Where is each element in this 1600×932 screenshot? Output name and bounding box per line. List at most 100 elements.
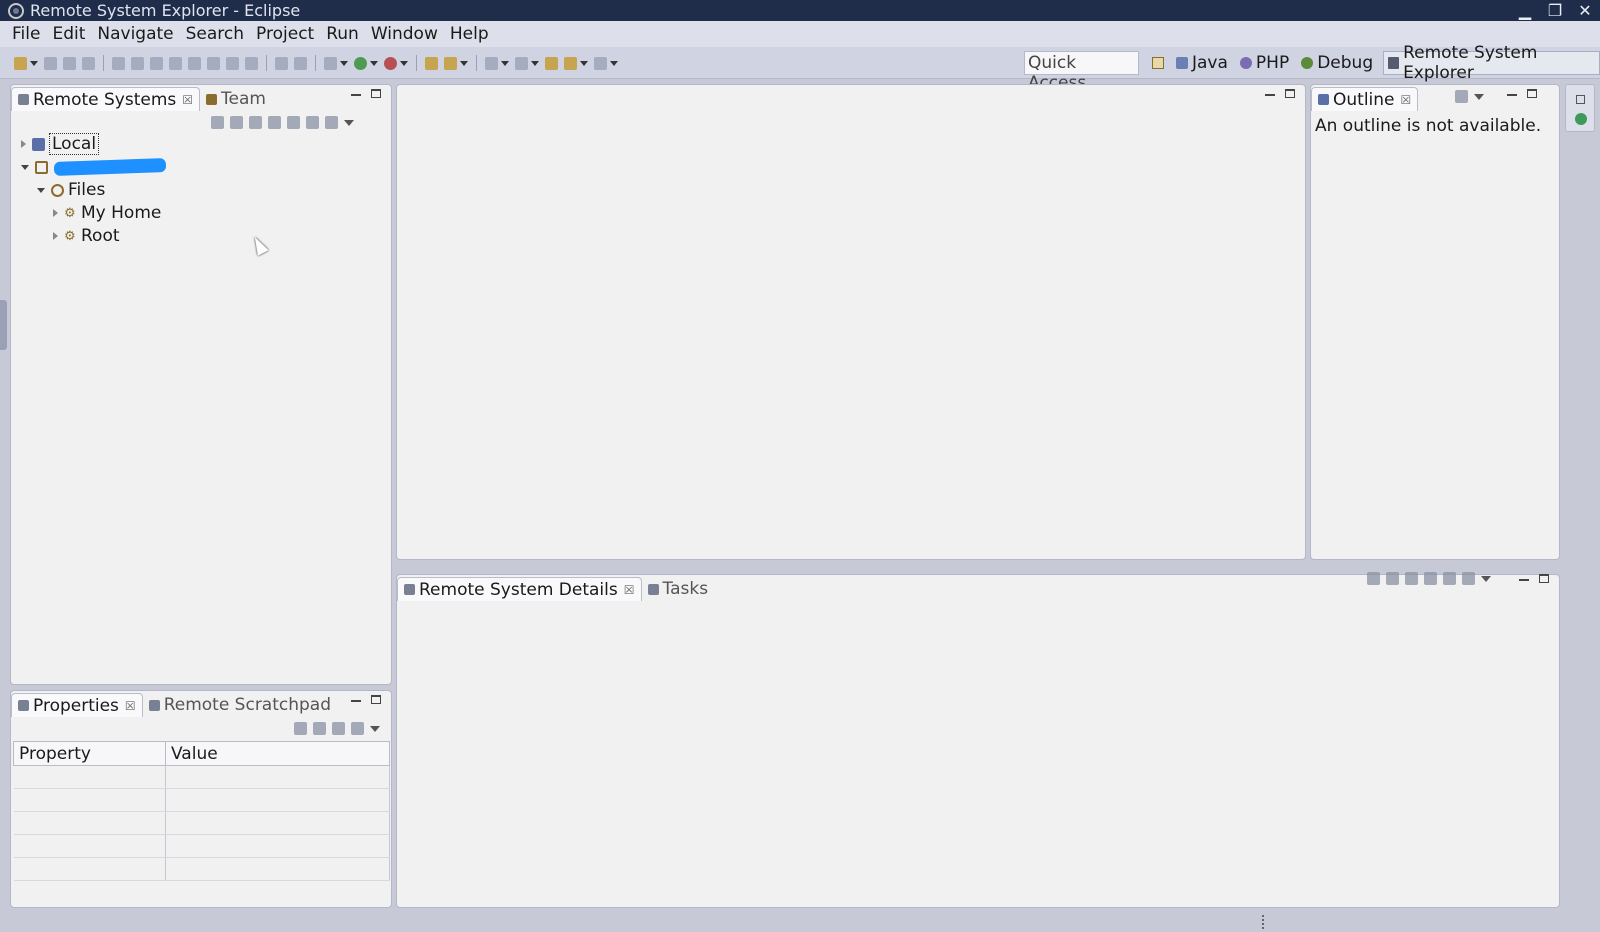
drop-to-frame-icon[interactable]: [294, 56, 307, 70]
view-menu-icon[interactable]: [344, 119, 354, 126]
pause-icon[interactable]: [150, 56, 163, 70]
back-dropdown-icon[interactable]: [580, 60, 588, 66]
column-value[interactable]: Value: [165, 741, 390, 766]
previous-annotation-dropdown-icon[interactable]: [531, 60, 539, 66]
tree-item-my-home[interactable]: ⚙ My Home: [53, 202, 161, 224]
perspective-php[interactable]: PHP: [1238, 51, 1291, 75]
view-menu-icon[interactable]: [1481, 575, 1491, 582]
restore-icon[interactable]: [1576, 95, 1585, 104]
show-advanced-icon[interactable]: [313, 722, 326, 735]
search-icon[interactable]: [444, 56, 457, 70]
menu-navigate[interactable]: Navigate: [91, 24, 179, 44]
menu-project[interactable]: Project: [250, 24, 320, 44]
menu-window[interactable]: Window: [365, 24, 444, 44]
debug-resume-icon[interactable]: [112, 56, 125, 70]
next-annotation-icon[interactable]: [485, 56, 498, 70]
open-perspective-button[interactable]: [1150, 51, 1166, 75]
refresh-icon[interactable]: [230, 116, 243, 129]
editor-area[interactable]: [396, 84, 1306, 560]
globe-icon[interactable]: [1575, 113, 1587, 125]
terminate-icon[interactable]: [169, 56, 182, 70]
step-return-icon[interactable]: [245, 56, 258, 70]
tab-remote-scratchpad[interactable]: Remote Scratchpad: [143, 693, 337, 717]
debug-icon[interactable]: [324, 56, 337, 70]
external-tools-dropdown-icon[interactable]: [400, 60, 408, 66]
filter-icon[interactable]: [1462, 572, 1475, 585]
minimize-view-icon[interactable]: [351, 94, 361, 96]
perspective-java[interactable]: Java: [1174, 51, 1230, 75]
expand-arrow-icon[interactable]: [53, 209, 58, 217]
menu-file[interactable]: File: [6, 24, 46, 44]
maximize-view-icon[interactable]: [1539, 574, 1549, 583]
external-tools-icon[interactable]: [384, 56, 397, 70]
forward-nav-icon[interactable]: [268, 116, 281, 129]
column-property[interactable]: Property: [13, 741, 166, 766]
forward-dropdown-icon[interactable]: [610, 60, 618, 66]
tree-item-files[interactable]: Files: [37, 179, 105, 201]
use-step-filters-icon[interactable]: [275, 56, 288, 70]
back-icon[interactable]: [564, 56, 577, 70]
save-all-icon[interactable]: [63, 56, 76, 70]
last-edit-location-icon[interactable]: [545, 56, 558, 70]
new-icon[interactable]: [14, 56, 27, 70]
view-menu-icon[interactable]: [1474, 93, 1484, 100]
disconnect-icon[interactable]: [188, 56, 201, 70]
save-icon[interactable]: [44, 56, 57, 70]
link-icon[interactable]: [1455, 90, 1468, 103]
menu-help[interactable]: Help: [444, 24, 495, 44]
up-icon[interactable]: [287, 116, 300, 129]
maximize-view-icon[interactable]: [371, 89, 381, 98]
collapse-arrow-icon[interactable]: [21, 164, 29, 170]
restore-default-icon[interactable]: [332, 722, 345, 735]
close-window-button[interactable]: ✕: [1570, 0, 1600, 21]
maximize-view-icon[interactable]: [371, 695, 381, 704]
close-tab-icon[interactable]: ☒: [125, 699, 136, 713]
tab-team[interactable]: Team: [200, 87, 272, 111]
next-annotation-dropdown-icon[interactable]: [501, 60, 509, 66]
menu-edit[interactable]: Edit: [46, 24, 91, 44]
show-in-table-icon[interactable]: [1367, 572, 1380, 585]
view-menu-icon[interactable]: [370, 725, 380, 732]
tab-outline[interactable]: Outline ☒: [1311, 87, 1419, 111]
collapse-arrow-icon[interactable]: [37, 187, 45, 193]
tree-item-local[interactable]: Local: [21, 133, 100, 155]
forward-icon[interactable]: [594, 56, 607, 70]
collapse-all-icon[interactable]: [306, 116, 319, 129]
minimize-view-icon[interactable]: [351, 700, 361, 702]
tab-tasks[interactable]: Tasks: [642, 577, 715, 601]
show-categories-icon[interactable]: [294, 722, 307, 735]
tab-remote-system-details[interactable]: Remote System Details ☒: [397, 577, 642, 601]
restore-window-button[interactable]: ❐: [1540, 0, 1570, 21]
expand-arrow-icon[interactable]: [53, 232, 58, 240]
back-nav-icon[interactable]: [1405, 572, 1418, 585]
previous-annotation-icon[interactable]: [515, 56, 528, 70]
search-dropdown-icon[interactable]: [460, 60, 468, 66]
pin-icon[interactable]: [351, 722, 364, 735]
debug-dropdown-icon[interactable]: [340, 60, 348, 66]
minimize-view-icon[interactable]: [1519, 579, 1529, 581]
tab-remote-systems[interactable]: Remote Systems ☒: [11, 87, 201, 111]
step-over-icon[interactable]: [226, 56, 239, 70]
up-icon[interactable]: [1443, 572, 1456, 585]
menu-run[interactable]: Run: [320, 24, 365, 44]
tab-properties[interactable]: Properties ☒: [11, 693, 143, 717]
new-dropdown-icon[interactable]: [30, 60, 38, 66]
maximize-view-icon[interactable]: [1527, 89, 1537, 98]
step-into-icon[interactable]: [207, 56, 220, 70]
forward-nav-icon[interactable]: [1424, 572, 1437, 585]
link-with-editor-icon[interactable]: [325, 116, 338, 129]
perspective-debug[interactable]: Debug: [1299, 51, 1375, 75]
tree-item-root[interactable]: ⚙ Root: [53, 225, 120, 247]
minimize-window-button[interactable]: ▁: [1510, 0, 1540, 21]
maximize-view-icon[interactable]: [1285, 89, 1295, 98]
back-nav-icon[interactable]: [249, 116, 262, 129]
run-dropdown-icon[interactable]: [370, 60, 378, 66]
minimize-view-icon[interactable]: [1507, 94, 1517, 96]
print-icon[interactable]: [82, 56, 95, 70]
close-tab-icon[interactable]: ☒: [1401, 93, 1412, 107]
refresh-icon[interactable]: [1386, 572, 1399, 585]
expand-arrow-icon[interactable]: [21, 140, 26, 148]
quick-access-field[interactable]: Quick Access: [1024, 51, 1139, 93]
open-type-icon[interactable]: [425, 56, 438, 70]
run-icon[interactable]: [354, 56, 367, 70]
